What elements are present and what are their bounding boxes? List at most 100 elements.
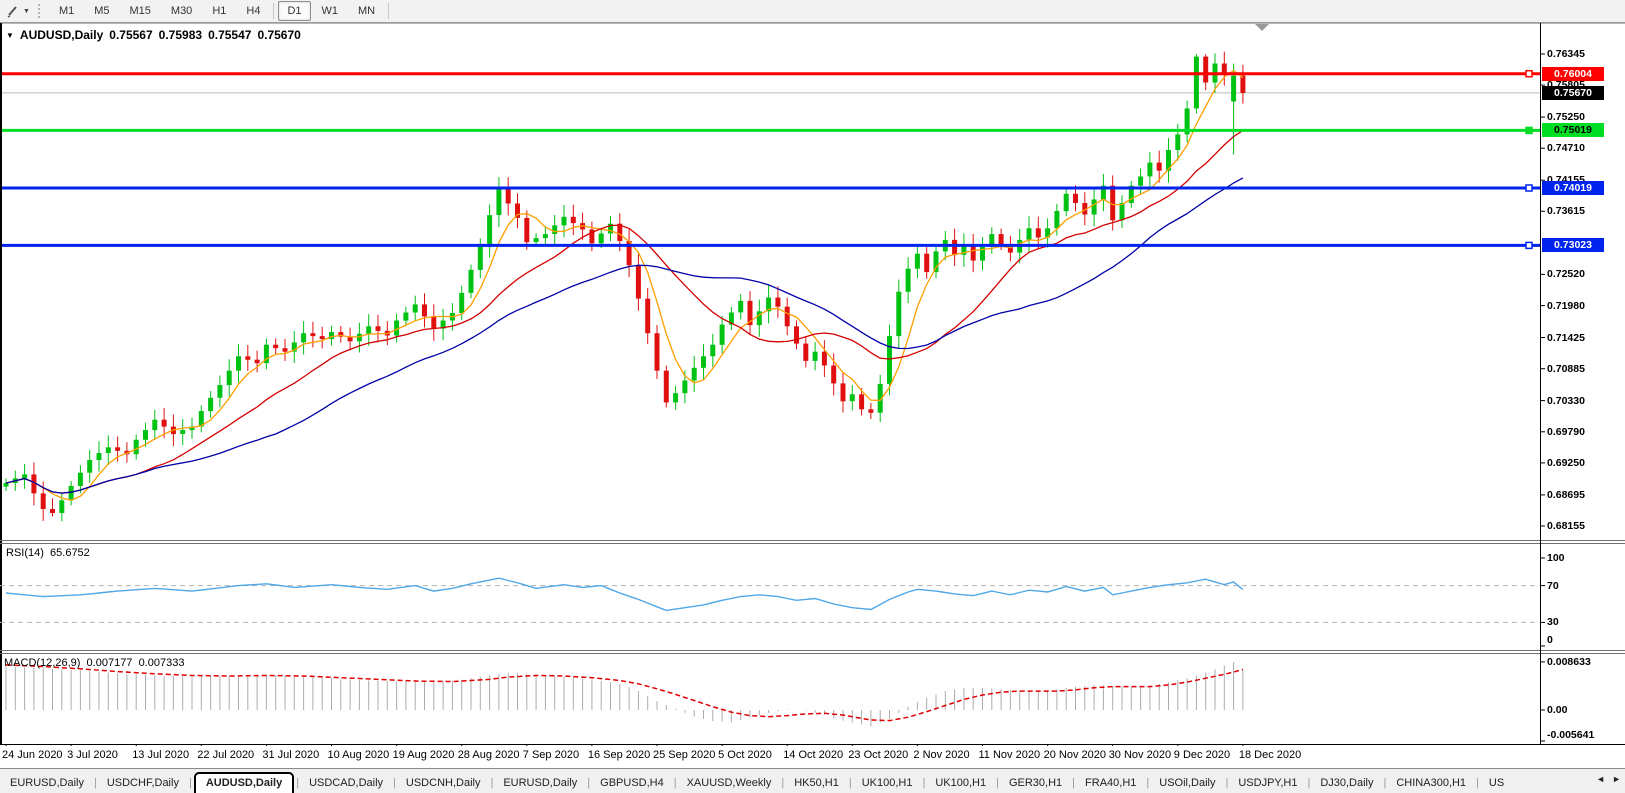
timeframe-button-mn[interactable]: MN	[349, 1, 384, 21]
candle-body	[719, 324, 725, 345]
price-line-badge: 0.75019	[1542, 123, 1604, 138]
tab-scroll-left-icon[interactable]: ◄	[1594, 772, 1607, 786]
candle-body	[310, 333, 316, 337]
chart-tabs-bar: EURUSD,Daily | USDCHF,Daily | AUDUSD,Daily | U…	[0, 768, 1625, 793]
candle-body	[738, 300, 744, 313]
candle-body	[645, 298, 651, 334]
tab-scroll-right-icon[interactable]: ►	[1610, 772, 1623, 786]
timeframe-button-m15[interactable]: M15	[121, 1, 160, 21]
timeframe-button-h1[interactable]: H1	[203, 1, 235, 21]
candle-body	[1156, 162, 1162, 171]
candle-body	[403, 312, 409, 321]
candle-body	[849, 394, 855, 402]
chart-tab-hk50-h1[interactable]: HK50,H1	[784, 773, 849, 793]
candle-body	[254, 359, 260, 364]
chart-shift-marker-icon	[1255, 24, 1269, 31]
timeframe-button-d1[interactable]: D1	[278, 1, 311, 21]
timeframe-toolbar: ▼ M1 M5 M15 M30 H1 H4 D1 W1 MN	[0, 0, 1625, 23]
candle-body	[1193, 56, 1199, 109]
rsi-axis-label: 30	[1547, 616, 1559, 629]
rsi-axis-label: 100	[1547, 552, 1565, 564]
candle-body	[431, 316, 437, 329]
timeframe-buttons: M1 M5 M15 M30 H1 H4 D1 W1 MN	[49, 1, 392, 21]
rsi-axis-label: 70	[1547, 579, 1559, 592]
candle-body	[524, 218, 530, 243]
chart-tab-dj30-daily[interactable]: DJ30,Daily	[1310, 773, 1383, 793]
line-handle[interactable]	[1525, 184, 1533, 192]
chart-tab-gbpusd-h4[interactable]: GBPUSD,H4	[590, 773, 674, 793]
candle-body	[468, 269, 474, 293]
date-axis-label: 14 Oct 2020	[783, 749, 844, 761]
price-axis-label: 0.69250	[1547, 456, 1585, 469]
candle-body	[1035, 228, 1041, 238]
timeframe-button-m30[interactable]: M30	[162, 1, 201, 21]
candle-body	[1147, 162, 1153, 177]
timeframe-button-w1[interactable]: W1	[313, 1, 348, 21]
rsi-current-value: 65.6752	[50, 547, 90, 559]
current-price-badge: 0.75670	[1542, 85, 1604, 100]
candle-body	[87, 460, 93, 473]
chart-tab-audusd-daily[interactable]: AUDUSD,Daily	[193, 772, 295, 793]
rsi-indicator-name: RSI(14)	[6, 547, 44, 559]
timeframe-button-m5[interactable]: M5	[85, 1, 118, 21]
candle-body	[1026, 228, 1032, 240]
chevron-down-icon: ▼	[23, 7, 30, 15]
chart-tab-xauusd-weekly[interactable]: XAUUSD,Weekly	[677, 773, 782, 793]
date-axis-label: 5 Oct 2020	[718, 749, 772, 761]
chart-tab-usoil-daily[interactable]: USOil,Daily	[1149, 773, 1225, 793]
chart-tab-china300-h1[interactable]: CHINA300,H1	[1386, 773, 1476, 793]
chart-tab-usdjpy-h1[interactable]: USDJPY,H1	[1228, 773, 1307, 793]
candle-body	[840, 383, 846, 402]
ohlc-low: 0.75547	[208, 28, 252, 42]
candle-body	[366, 326, 372, 334]
timeframe-button-h4[interactable]: H4	[237, 1, 269, 21]
rsi-line	[5, 577, 1244, 612]
rsi-axis-label: 0	[1547, 634, 1553, 646]
candle-body	[496, 189, 502, 215]
candle-body	[3, 483, 9, 487]
candle-body	[859, 394, 865, 410]
ohlc-open: 0.75567	[109, 28, 153, 42]
symbol-dropdown-caret[interactable]: ▼	[6, 31, 14, 40]
candle-body	[868, 409, 874, 413]
chart-plot-area[interactable]	[0, 0, 1625, 746]
timeframe-button-m1[interactable]: M1	[50, 1, 83, 21]
chart-tab-usdcad-daily[interactable]: USDCAD,Daily	[299, 773, 393, 793]
candle-body	[208, 397, 214, 412]
ohlc-close: 0.75670	[257, 28, 301, 42]
macd-signal-value: 0.007333	[138, 657, 185, 669]
candle-body	[273, 344, 279, 349]
candle-body	[226, 370, 232, 386]
candle-body	[1119, 203, 1125, 221]
chart-tab-uk100-h1[interactable]: UK100,H1	[925, 773, 996, 793]
candle-body	[1175, 134, 1181, 150]
chart-tab-usdcnh-daily[interactable]: USDCNH,Daily	[396, 773, 491, 793]
candle-body	[1073, 193, 1078, 203]
chart-tab-partial[interactable]: US	[1479, 773, 1514, 793]
price-axis-label: 0.76345	[1547, 48, 1585, 60]
price-axis-label: 0.74710	[1547, 142, 1585, 155]
candle-body	[896, 291, 902, 337]
line-handle[interactable]	[1525, 69, 1533, 78]
date-axis-label: 16 Sep 2020	[587, 749, 651, 761]
draw-tool-button[interactable]: ▼	[0, 1, 34, 21]
candle-body	[831, 365, 837, 384]
chart-tab-usdchf-daily[interactable]: USDCHF,Daily	[97, 773, 189, 793]
macd-axis-label: 0.008633	[1547, 655, 1591, 668]
chart-tab-eurusd-daily[interactable]: EURUSD,Daily	[493, 773, 587, 793]
candle-body	[570, 216, 576, 224]
price-line-badge: 0.73023	[1542, 238, 1604, 253]
rsi-panel-label: RSI(14) 65.6752	[6, 547, 90, 559]
line-handle[interactable]	[1525, 241, 1533, 250]
chart-tab-eurusd-daily[interactable]: EURUSD,Daily	[0, 773, 94, 793]
chart-tab-ger30-h1[interactable]: GER30,H1	[999, 773, 1072, 793]
chart-tab-uk100-h1[interactable]: UK100,H1	[852, 773, 923, 793]
price-axis-label: 0.70885	[1547, 362, 1585, 375]
candle-body	[459, 292, 465, 314]
candle-body	[133, 439, 139, 455]
candle-body	[784, 306, 790, 327]
chart-tab-fra40-h1[interactable]: FRA40,H1	[1075, 773, 1146, 793]
candle-body	[952, 239, 958, 255]
line-handle[interactable]	[1525, 126, 1533, 135]
candle-body	[682, 380, 688, 394]
